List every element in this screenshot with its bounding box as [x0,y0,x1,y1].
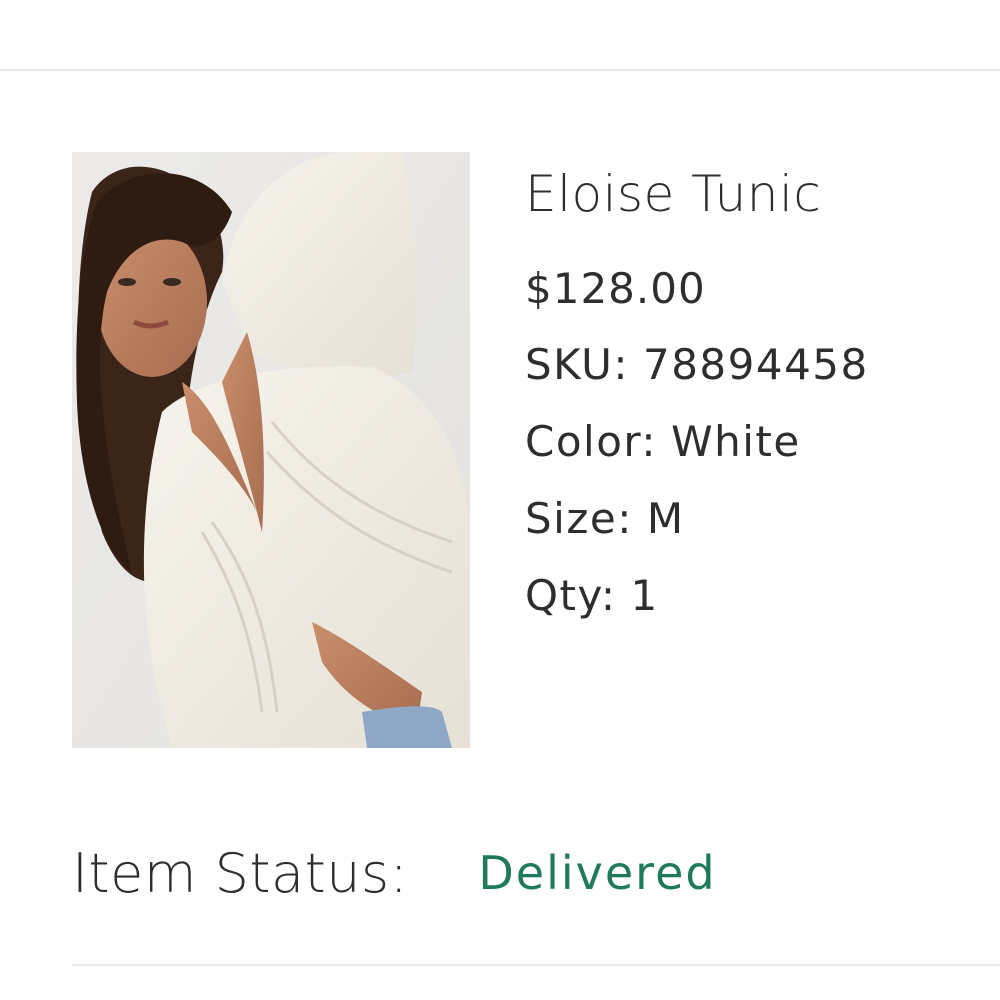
size-label: Size: [525,494,633,543]
sku-value: 78894458 [642,340,869,389]
product-price: $128.00 [525,264,706,313]
color-row: Color: White [525,417,985,467]
qty-label: Qty: [525,571,617,620]
product-photo [72,152,470,748]
product-name[interactable]: Eloise Tunic [525,158,985,230]
color-value: White [671,417,801,466]
product-image[interactable] [72,152,470,748]
color-label: Color: [525,417,658,466]
size-value: M [646,494,685,543]
qty-row: Qty: 1 [525,571,985,621]
item-status-row: Item Status: Delivered [72,838,717,908]
item-status-label: Item Status: [72,841,409,905]
sku-label: SKU: [525,340,629,389]
sku-row: SKU: 78894458 [525,340,985,390]
bottom-divider [72,964,1000,966]
qty-value: 1 [630,571,659,620]
top-divider [0,69,1000,71]
product-details: Eloise Tunic $128.00 SKU: 78894458 Color:… [525,158,985,621]
order-item-page: Eloise Tunic $128.00 SKU: 78894458 Color:… [0,0,1000,1000]
item-status-value: Delivered [478,846,717,900]
size-row: Size: M [525,494,985,544]
